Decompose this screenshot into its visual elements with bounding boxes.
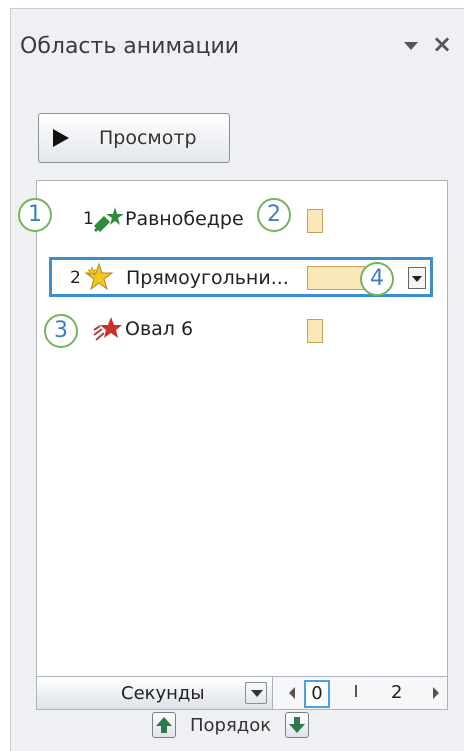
timeline-tick	[355, 685, 357, 697]
order-label: Порядок	[190, 714, 272, 736]
seconds-label: Секунды	[121, 683, 205, 704]
callout-marker: 1	[18, 198, 52, 232]
arrow-up-icon	[156, 717, 172, 733]
preview-button[interactable]: Просмотр	[38, 113, 230, 163]
animation-number: 2	[70, 268, 81, 288]
timing-bar[interactable]	[307, 266, 365, 290]
timing-bar[interactable]	[307, 209, 323, 233]
seconds-dropdown[interactable]: Секунды	[37, 677, 273, 709]
close-icon[interactable]: ×	[432, 30, 452, 58]
arrow-down-icon	[289, 717, 306, 733]
timeline-end: 2	[391, 682, 403, 703]
animation-item[interactable]: 1 Равнобедре	[37, 201, 447, 237]
chevron-down-icon[interactable]	[404, 42, 418, 50]
scroll-right-icon[interactable]	[433, 687, 439, 699]
animation-name: Овал 6	[125, 318, 194, 340]
chevron-down-icon	[251, 690, 263, 697]
move-up-button[interactable]	[152, 712, 176, 738]
exit-effect-icon	[93, 317, 122, 341]
callout-marker: 2	[257, 198, 291, 232]
preview-label: Просмотр	[99, 127, 197, 149]
order-controls: Порядок	[152, 708, 310, 742]
animation-name: Равнобедре	[125, 208, 244, 230]
animation-name: Прямоугольни...	[126, 267, 289, 289]
play-icon	[53, 129, 69, 147]
pane-title: Область анимации	[20, 34, 240, 59]
callout-marker: 3	[44, 314, 78, 348]
scroll-left-icon[interactable]	[289, 687, 295, 699]
item-dropdown-button[interactable]	[408, 267, 426, 289]
animation-item[interactable]: Овал 6	[37, 311, 447, 347]
entrance-effect-icon	[93, 207, 123, 233]
callout-marker: 4	[360, 262, 394, 296]
timing-bar[interactable]	[307, 319, 323, 343]
move-down-button[interactable]	[285, 712, 310, 738]
timeline-bar: Секунды 0 2	[36, 676, 448, 710]
timeline-start: 0	[304, 680, 330, 708]
emphasis-effect-icon	[84, 263, 114, 291]
animation-list[interactable]: 1 Равнобедре 2 Прямоугольни... Овал 6	[36, 180, 448, 680]
